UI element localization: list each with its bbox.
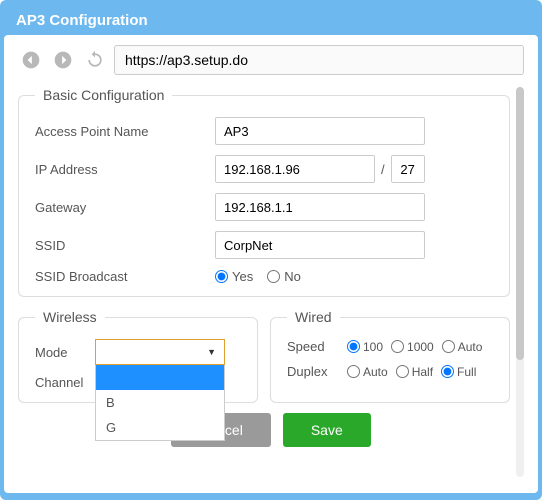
duplex-label: Duplex xyxy=(287,364,347,379)
wireless-group: Wireless Mode B G Chan xyxy=(18,309,258,403)
cidr-input[interactable] xyxy=(391,155,425,183)
speed-1000[interactable]: 1000 xyxy=(391,340,434,354)
speed-1000-radio[interactable] xyxy=(391,340,404,353)
save-button[interactable]: Save xyxy=(283,413,371,447)
mode-label: Mode xyxy=(35,345,95,360)
duplex-full-label: Full xyxy=(457,365,476,379)
speed-100-radio[interactable] xyxy=(347,340,360,353)
mode-dropdown-list: B G xyxy=(95,365,225,441)
ssid-label: SSID xyxy=(35,238,215,253)
scrollbar-track[interactable] xyxy=(516,87,524,477)
mode-dropdown-button[interactable] xyxy=(95,339,225,365)
broadcast-yes-radio[interactable] xyxy=(215,270,228,283)
broadcast-yes[interactable]: Yes xyxy=(215,269,253,284)
speed-1000-label: 1000 xyxy=(407,340,434,354)
wired-group: Wired Speed 100 1000 Auto Duplex Auto xyxy=(270,309,510,403)
mode-option-b[interactable]: B xyxy=(96,390,224,415)
speed-auto-radio[interactable] xyxy=(442,340,455,353)
ap-name-input[interactable] xyxy=(215,117,425,145)
ssid-input[interactable] xyxy=(215,231,425,259)
duplex-half-label: Half xyxy=(412,365,433,379)
speed-auto-label: Auto xyxy=(458,340,483,354)
back-button[interactable] xyxy=(18,47,44,73)
mode-option-blank[interactable] xyxy=(96,365,224,390)
wireless-legend: Wireless xyxy=(35,309,105,325)
duplex-auto-radio[interactable] xyxy=(347,365,360,378)
duplex-full-radio[interactable] xyxy=(441,365,454,378)
button-row: Cancel Save xyxy=(18,413,524,447)
window-body: Basic Configuration Access Point Name IP… xyxy=(4,35,538,493)
arrow-right-icon xyxy=(53,50,73,70)
refresh-icon xyxy=(85,50,105,70)
app-window: AP3 Configuration Basic Configuration Ac… xyxy=(0,0,542,500)
refresh-button[interactable] xyxy=(82,47,108,73)
duplex-half[interactable]: Half xyxy=(396,365,433,379)
mode-option-g[interactable]: G xyxy=(96,415,224,440)
duplex-full[interactable]: Full xyxy=(441,365,476,379)
basic-config-group: Basic Configuration Access Point Name IP… xyxy=(18,87,510,297)
broadcast-yes-label: Yes xyxy=(232,269,253,284)
broadcast-no[interactable]: No xyxy=(267,269,301,284)
channel-label: Channel xyxy=(35,375,95,390)
ip-label: IP Address xyxy=(35,162,215,177)
url-input[interactable] xyxy=(114,45,524,75)
speed-100[interactable]: 100 xyxy=(347,340,383,354)
wired-legend: Wired xyxy=(287,309,340,325)
broadcast-no-label: No xyxy=(284,269,301,284)
arrow-left-icon xyxy=(21,50,41,70)
speed-auto[interactable]: Auto xyxy=(442,340,483,354)
duplex-auto-label: Auto xyxy=(363,365,388,379)
gateway-label: Gateway xyxy=(35,200,215,215)
basic-legend: Basic Configuration xyxy=(35,87,172,103)
forward-button[interactable] xyxy=(50,47,76,73)
gateway-input[interactable] xyxy=(215,193,425,221)
nav-bar xyxy=(18,45,524,75)
ip-input[interactable] xyxy=(215,155,375,183)
duplex-half-radio[interactable] xyxy=(396,365,409,378)
speed-100-label: 100 xyxy=(363,340,383,354)
speed-label: Speed xyxy=(287,339,347,354)
window-title: AP3 Configuration xyxy=(4,4,538,35)
broadcast-label: SSID Broadcast xyxy=(35,269,215,284)
scrollbar-thumb[interactable] xyxy=(516,87,524,360)
mode-dropdown[interactable]: B G xyxy=(95,339,225,365)
broadcast-no-radio[interactable] xyxy=(267,270,280,283)
cidr-slash: / xyxy=(381,162,385,177)
ap-name-label: Access Point Name xyxy=(35,124,215,139)
content-area: Basic Configuration Access Point Name IP… xyxy=(18,87,524,477)
duplex-auto[interactable]: Auto xyxy=(347,365,388,379)
